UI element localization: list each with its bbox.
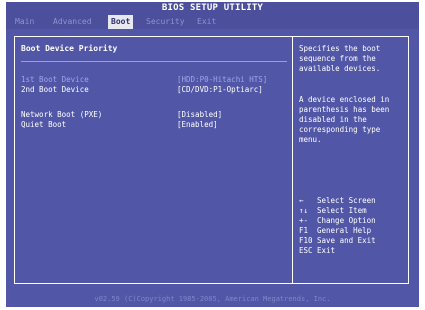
key-left-right: ← [299, 196, 304, 205]
key-row-change-option: +- Change Option [299, 216, 409, 226]
network-boot-label: Network Boot (PXE) [21, 110, 103, 119]
key-f10: F10 [299, 236, 313, 245]
key-row-save-exit: F10 Save and Exit [299, 236, 409, 246]
menu-advanced[interactable]: Advanced [50, 15, 95, 29]
help-text-note: A device enclosed in parenthesis has bee… [299, 95, 390, 144]
key-row-general-help: F1 General Help [299, 226, 409, 236]
help-text-description: Specifies the boot sequence from the ava… [299, 44, 381, 73]
key-esc: ESC [299, 246, 313, 255]
menu-boot[interactable]: Boot [108, 15, 134, 29]
key-legend: ← Select Screen ↑↓ Select Item +- Change… [299, 196, 409, 256]
bios-setup-window: BIOS SETUP UTILITY Main Advanced Boot Se… [6, 2, 419, 307]
key-f1: F1 [299, 226, 309, 235]
section-header: Boot Device Priority [21, 44, 118, 53]
key-desc: Select Screen [317, 196, 376, 205]
menu-bar: Main Advanced Boot Security Exit [6, 15, 419, 29]
boot-device-2-value: [CD/DVD:P1-Optiarc] [177, 85, 263, 94]
key-desc: Exit [317, 246, 336, 255]
screen: BIOS SETUP UTILITY Main Advanced Boot Se… [0, 0, 425, 310]
bios-title: BIOS SETUP UTILITY [6, 2, 419, 15]
key-desc: Save and Exit [317, 236, 376, 245]
boot-device-1[interactable]: 1st Boot Device [HDD:P0-Hitachi HTS] [21, 75, 289, 85]
key-plus-minus: +- [299, 216, 309, 225]
panel-divider [292, 36, 293, 284]
key-desc: General Help [317, 226, 372, 235]
key-row-select-item: ↑↓ Select Item [299, 206, 409, 216]
key-row-select-screen: ← Select Screen [299, 196, 409, 206]
boot-device-2-label: 2nd Boot Device [21, 85, 89, 94]
menu-main[interactable]: Main [12, 15, 37, 29]
menu-exit[interactable]: Exit [194, 15, 219, 29]
key-desc: Select Item [317, 206, 367, 215]
network-boot-value: [Disabled] [177, 110, 223, 119]
key-row-exit: ESC Exit [299, 246, 409, 256]
copyright-footer: v02.59 (C)Copyright 1985-2005, American … [94, 295, 331, 303]
header-rule [21, 61, 287, 62]
network-boot-setting[interactable]: Network Boot (PXE) [Disabled] [21, 110, 289, 120]
key-desc: Change Option [317, 216, 376, 225]
quiet-boot-label: Quiet Boot [21, 120, 67, 129]
boot-device-2[interactable]: 2nd Boot Device [CD/DVD:P1-Optiarc] [21, 85, 289, 95]
menu-security[interactable]: Security [143, 15, 188, 29]
boot-device-1-label: 1st Boot Device [21, 75, 89, 84]
key-up-down: ↑↓ [299, 206, 309, 215]
boot-device-1-value: [HDD:P0-Hitachi HTS] [177, 75, 268, 84]
quiet-boot-value: [Enabled] [177, 120, 218, 129]
quiet-boot-setting[interactable]: Quiet Boot [Enabled] [21, 120, 289, 130]
